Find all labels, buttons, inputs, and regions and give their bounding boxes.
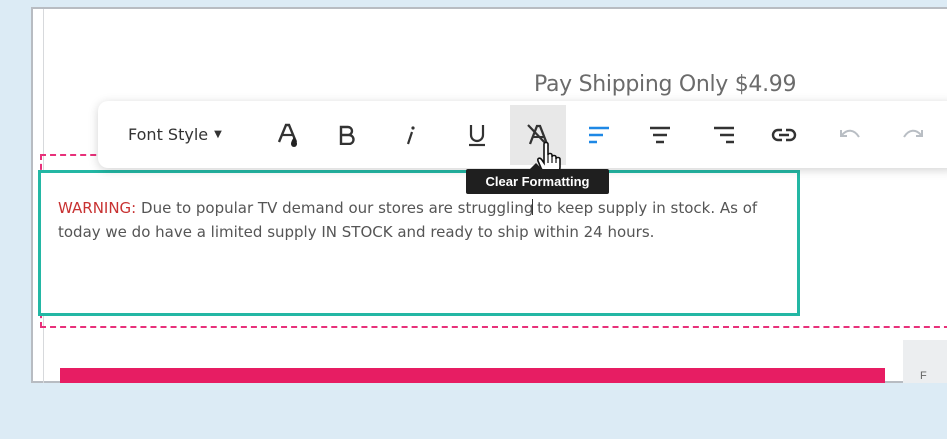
link-icon: [771, 128, 797, 141]
link-button[interactable]: [764, 101, 804, 168]
cta-banner-bar[interactable]: [60, 368, 885, 383]
align-left-icon: [589, 126, 609, 143]
redo-icon: [903, 129, 923, 138]
redo-button[interactable]: [893, 101, 933, 168]
side-panel-label: F: [920, 370, 927, 382]
chevron-down-icon: ▼: [214, 129, 222, 140]
warning-paragraph[interactable]: WARNING: Due to popular TV demand our st…: [58, 196, 788, 244]
shipping-headline[interactable]: Pay Shipping Only $4.99: [534, 72, 797, 97]
underline-icon: [469, 124, 485, 146]
italic-button[interactable]: [390, 101, 430, 168]
align-center-button[interactable]: [640, 101, 680, 168]
font-color-icon: [277, 123, 298, 147]
font-style-label: Font Style: [128, 125, 209, 144]
bold-button[interactable]: [327, 101, 367, 168]
italic-icon: [406, 125, 415, 144]
align-right-icon: [714, 126, 734, 143]
tooltip: Clear Formatting: [466, 163, 609, 194]
side-panel-tab[interactable]: F: [903, 340, 947, 383]
warning-label: WARNING:: [58, 199, 137, 217]
underline-button[interactable]: [457, 101, 497, 168]
bold-icon: [339, 125, 355, 145]
font-color-button[interactable]: [268, 101, 308, 168]
undo-icon: [840, 129, 860, 138]
align-left-button[interactable]: [579, 101, 619, 168]
align-center-icon: [650, 126, 670, 143]
align-right-button[interactable]: [704, 101, 744, 168]
font-style-dropdown[interactable]: Font Style ▼: [128, 101, 254, 168]
warning-text-part1: Due to popular TV demand our stores are …: [136, 199, 534, 217]
undo-button[interactable]: [830, 101, 870, 168]
